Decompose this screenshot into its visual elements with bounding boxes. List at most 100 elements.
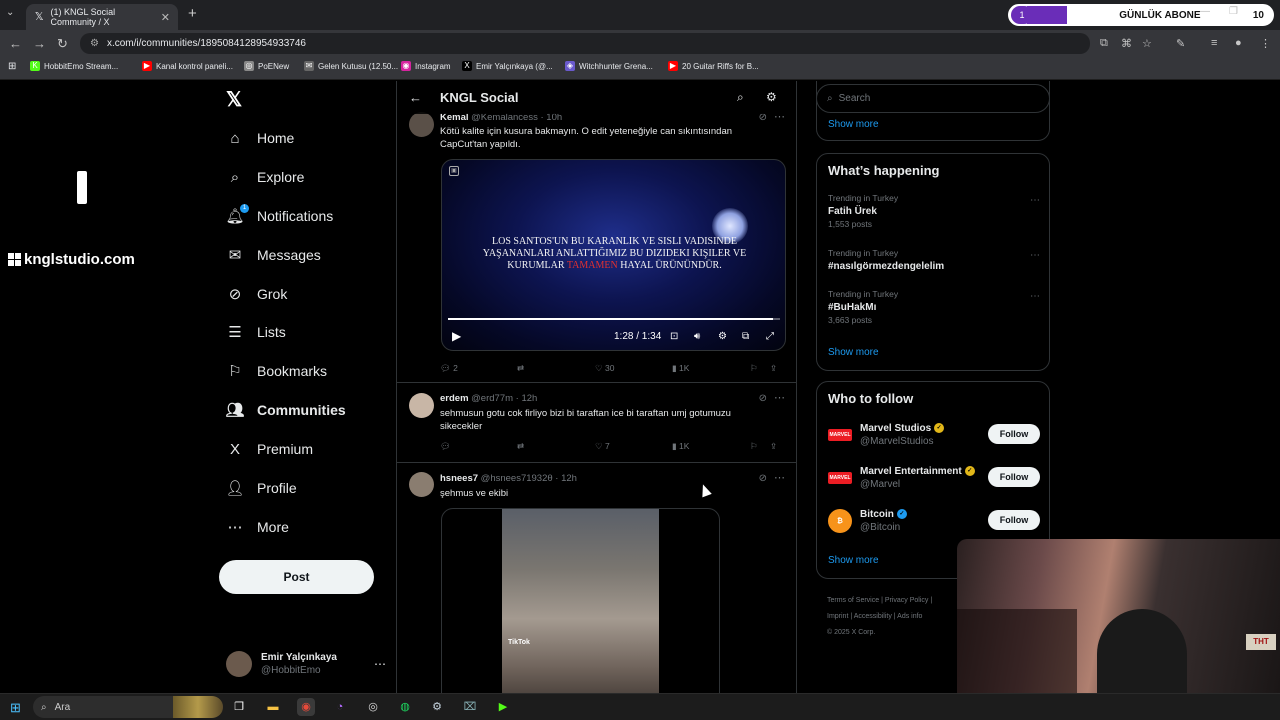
repost-button[interactable]: ⇄: [517, 363, 524, 374]
show-more-link[interactable]: Show more: [828, 119, 879, 130]
apps-grid-icon[interactable]: ⊞: [8, 61, 16, 72]
like-button[interactable]: ♡ 30: [595, 363, 614, 374]
extensions-icon[interactable]: ✎: [1176, 37, 1185, 50]
tweet-2[interactable]: erdem @erd77m · 12h ⊘ ⋯ sehmusun gotu co…: [397, 383, 796, 463]
reload-icon[interactable]: ↻: [57, 36, 68, 52]
grok-explain-icon[interactable]: ⊘: [759, 393, 767, 404]
follow-button[interactable]: Follow: [988, 467, 1040, 487]
trend-item[interactable]: Trending in Turkey #nasılgörmezdengelelim…: [828, 247, 1040, 273]
steam-icon[interactable]: ⚙: [428, 698, 446, 716]
tweet-handle[interactable]: @hsnees71932θ: [481, 473, 553, 484]
bookmark-item[interactable]: ▶ 20 Guitar Riffs for B...: [668, 61, 759, 71]
post-button[interactable]: Post: [219, 560, 374, 594]
follow-button[interactable]: Follow: [988, 424, 1040, 444]
more-dots-icon[interactable]: ⋯: [374, 657, 386, 671]
share-icon[interactable]: ⇪: [770, 441, 777, 452]
nav-item-premium[interactable]: X Premium: [226, 434, 396, 464]
follow-suggestion[interactable]: MARVEL Marvel Studios ✓ @MarvelStudios Follo…: [828, 419, 1040, 451]
nav-item-notifications[interactable]: 🔔︎ 1 Notifications: [225, 201, 396, 231]
tweet-3[interactable]: hsnees7 @hsnees71932θ · 12h ⊘ ⋯ şehmus v…: [397, 463, 796, 693]
new-tab-button[interactable]: +: [188, 5, 197, 22]
spotify-icon[interactable]: ◍: [396, 698, 414, 716]
terminal-icon[interactable]: ⌧: [461, 698, 479, 716]
nav-item-messages[interactable]: ✉ Messages: [226, 240, 396, 270]
show-more-link[interactable]: Show more: [828, 347, 879, 358]
nav-item-grok[interactable]: ⊘ Grok: [226, 279, 396, 309]
bookmark-item[interactable]: ◎ PoENew: [244, 61, 289, 71]
more-dots-icon[interactable]: ⋯: [774, 471, 785, 484]
back-icon[interactable]: ←: [9, 36, 22, 51]
nav-item-more[interactable]: ⋯ More: [226, 512, 396, 542]
nav-item-communities[interactable]: 👥︎ Communities: [225, 395, 396, 425]
video-player[interactable]: ▣ Los Santos'un bu karanlık ve sisli vad…: [441, 159, 786, 351]
reply-button[interactable]: 💬︎: [440, 441, 451, 452]
volume-icon[interactable]: 🔊︎: [694, 331, 700, 342]
more-dots-icon[interactable]: ⋯: [1030, 290, 1040, 303]
show-more-link[interactable]: Show more: [828, 555, 879, 566]
trend-item[interactable]: Trending in Turkey #BuHakMı 3,663 posts ⋯: [828, 288, 1040, 327]
reply-button[interactable]: 💬︎ 2: [440, 363, 458, 374]
nav-item-profile[interactable]: 👤︎ Profile: [225, 473, 396, 503]
fullscreen-icon[interactable]: ⤢: [766, 331, 774, 342]
bookmark-item[interactable]: ✉ Gelen Kutusu (12.50...: [304, 61, 398, 71]
more-dots-icon[interactable]: ⋯: [774, 391, 785, 404]
address-bar[interactable]: ⚙ x.com/i/communities/189508412895493374…: [80, 33, 1090, 54]
tweet-media[interactable]: TikTok: [441, 508, 720, 693]
site-info-icon[interactable]: ⚙: [90, 38, 99, 49]
more-dots-icon[interactable]: ⋯: [1030, 249, 1040, 262]
bookmark-star-icon[interactable]: ☆: [1142, 37, 1152, 50]
browser-tab[interactable]: 𝕏 (1) KNGL Social Community / X ✕: [26, 4, 178, 30]
play-icon[interactable]: ▶: [452, 329, 461, 343]
tweet-author-name[interactable]: hsnees7: [440, 473, 478, 484]
pip-icon[interactable]: ⧉: [742, 331, 749, 342]
x-logo-icon[interactable]: 𝕏: [226, 87, 242, 112]
avatar[interactable]: [409, 112, 434, 137]
views-button[interactable]: ▮ 1K: [672, 441, 689, 452]
follow-suggestion[interactable]: MARVEL Marvel Entertainment ✓ @Marvel Follow: [828, 462, 1040, 494]
tab-close-icon[interactable]: ✕: [161, 11, 170, 24]
back-arrow-icon[interactable]: ←: [409, 90, 422, 105]
bookmark-item[interactable]: X Emir Yalçınkaya (@...: [462, 61, 553, 71]
follow-button[interactable]: Follow: [988, 510, 1040, 530]
bookmark-item[interactable]: K HobbitEmo Stream...: [30, 61, 118, 71]
repost-button[interactable]: ⇄: [517, 441, 524, 452]
video-progress-bar[interactable]: [448, 318, 780, 320]
forward-icon[interactable]: →: [33, 36, 46, 51]
minimize-icon[interactable]: —: [1200, 6, 1210, 17]
nav-item-home[interactable]: ⌂ Home: [226, 123, 396, 153]
nav-item-explore[interactable]: ⌕ Explore: [226, 162, 396, 192]
nav-item-bookmarks[interactable]: ⚐ Bookmarks: [226, 356, 396, 386]
maximize-icon[interactable]: ❐: [1229, 6, 1238, 17]
account-switcher[interactable]: Emir Yalçınkaya @HobbitEmo ⋯: [226, 649, 386, 679]
settings-gear-icon[interactable]: ⚙: [766, 90, 777, 104]
bookmark-icon[interactable]: ⚐: [750, 441, 758, 452]
follow-suggestion[interactable]: ₿ Bitcoin ✓ @Bitcoin Follow: [828, 505, 1040, 537]
avatar[interactable]: [409, 393, 434, 418]
reading-list-icon[interactable]: ≡: [1211, 37, 1217, 49]
kick-icon[interactable]: ▶: [494, 698, 512, 716]
search-input[interactable]: ⌕ Search: [816, 84, 1050, 113]
share-icon[interactable]: ⇪: [770, 363, 777, 374]
search-icon[interactable]: ⌕: [737, 90, 744, 105]
tweet-1[interactable]: Kemal @Kemalancess · 10h ⊘ ⋯ Kötü kalite…: [397, 106, 796, 383]
obs-icon[interactable]: ◎: [364, 698, 382, 716]
bookmark-item[interactable]: ▶ Kanal kontrol paneli...: [142, 61, 233, 71]
windows-start-icon[interactable]: ⊞: [10, 700, 21, 716]
media-photo[interactable]: TikTok: [502, 509, 659, 693]
bookmark-item[interactable]: ◈ Witchhunter Grena...: [565, 61, 653, 71]
bookmark-icon[interactable]: ⚐: [750, 363, 758, 374]
bookmark-item[interactable]: ◉ Instagram: [401, 61, 451, 71]
taskbar-search[interactable]: ⌕ Ara: [33, 696, 223, 718]
chrome-icon[interactable]: ◉: [297, 698, 315, 716]
tweet-author-name[interactable]: erdem: [440, 393, 469, 404]
nav-item-lists[interactable]: ☰ Lists: [226, 317, 396, 347]
tweet-time[interactable]: 12h: [521, 393, 537, 404]
file-explorer-icon[interactable]: ▬: [264, 698, 282, 716]
tweet-time[interactable]: 12h: [561, 473, 577, 484]
chrome-menu-icon[interactable]: ⋮: [1260, 37, 1271, 50]
tab-search-icon[interactable]: ⌄: [6, 7, 14, 18]
avatar[interactable]: [409, 472, 434, 497]
captions-icon[interactable]: ⊡: [670, 331, 678, 342]
profile-avatar-icon[interactable]: ●: [1235, 37, 1242, 49]
install-icon[interactable]: ⧉: [1100, 37, 1108, 50]
